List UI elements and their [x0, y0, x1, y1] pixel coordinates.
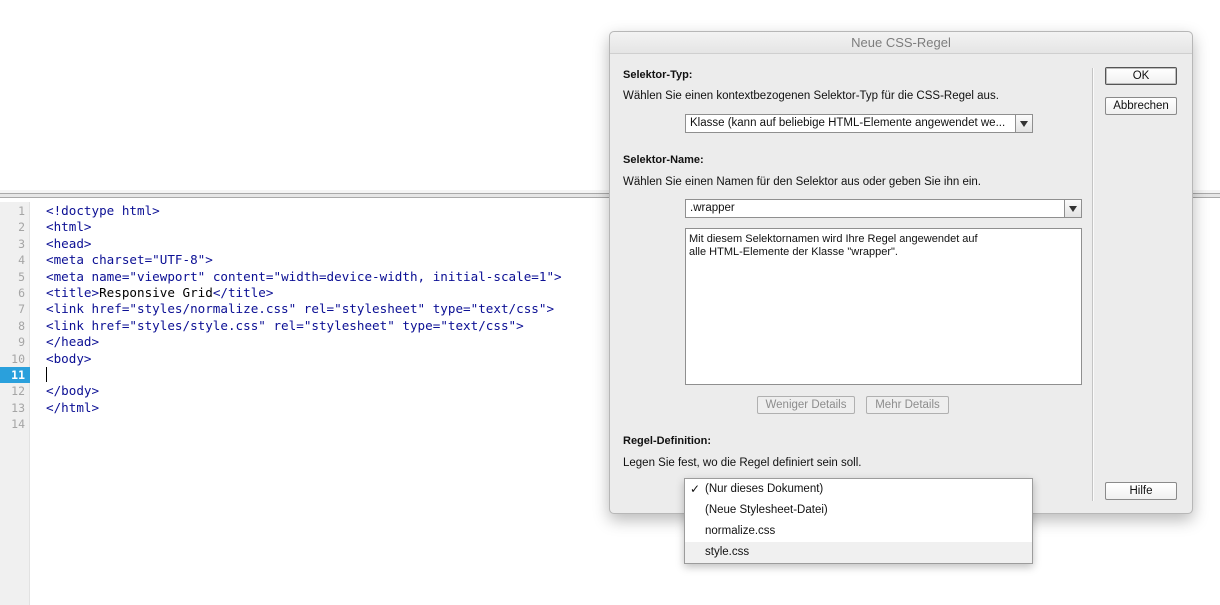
line-number: 14	[11, 417, 25, 432]
code-line[interactable]: <html>	[46, 219, 92, 235]
ok-button[interactable]: OK	[1105, 67, 1177, 85]
selector-type-heading: Selektor-Typ:	[623, 69, 693, 81]
code-line[interactable]: </html>	[46, 400, 99, 416]
rule-definition-description: Legen Sie fest, wo die Regel definiert s…	[623, 457, 862, 469]
button-column-divider	[1092, 68, 1094, 501]
code-token: <html>	[46, 219, 92, 235]
popup-item-label: (Nur dieses Dokument)	[705, 483, 824, 495]
line-number: 10	[11, 351, 25, 366]
rule-definition-popup[interactable]: ✓ (Nur dieses Dokument) (Neue Stylesheet…	[684, 478, 1033, 564]
selector-name-heading: Selektor-Name:	[623, 154, 704, 166]
line-number: 1	[18, 204, 25, 218]
line-number: 7	[18, 302, 25, 317]
line-number: 6	[18, 286, 25, 300]
popup-item-label: (Neue Stylesheet-Datei)	[705, 504, 828, 516]
code-token: <body>	[46, 350, 92, 366]
code-token: <head>	[46, 235, 92, 251]
code-token: <meta name=	[46, 268, 130, 284]
code-token: Responsive Grid	[99, 285, 213, 300]
code-line[interactable]: </head>	[46, 334, 99, 350]
code-token: <link href=	[46, 301, 130, 317]
line-number: 2	[18, 220, 25, 235]
code-token: "stylesheet"	[334, 301, 426, 317]
line-number: 11	[0, 367, 30, 384]
selector-type-dropdown[interactable]: Klasse (kann auf beliebige HTML-Elemente…	[685, 114, 1033, 133]
code-token: </body>	[46, 383, 100, 399]
line-number: 3	[18, 236, 25, 251]
code-token: type=	[425, 301, 471, 317]
popup-item-normalize-css[interactable]: normalize.css	[685, 521, 1032, 542]
code-token: >	[516, 317, 524, 333]
code-token: rel=	[265, 317, 304, 333]
popup-item-style-css[interactable]: style.css	[685, 542, 1032, 563]
code-token: >	[546, 301, 555, 317]
selector-name-value[interactable]: .wrapper	[690, 200, 735, 217]
text-caret	[46, 367, 47, 382]
rule-definition-heading: Regel-Definition:	[623, 435, 711, 447]
popup-item-this-document[interactable]: ✓ (Nur dieses Dokument)	[685, 479, 1032, 500]
selector-name-combobox[interactable]: .wrapper	[685, 199, 1082, 218]
code-token: <link href=	[46, 317, 130, 333]
code-line[interactable]: <title>Responsive Grid</title>	[46, 285, 273, 301]
code-token: </head>	[46, 334, 100, 350]
new-css-rule-dialog: Neue CSS-Regel Selektor-Typ: Wählen Sie …	[609, 31, 1193, 514]
code-line[interactable]: </body>	[46, 383, 99, 399]
code-token: "styles/style.css"	[129, 317, 266, 333]
popup-item-label: normalize.css	[705, 525, 776, 537]
code-token: "text/css"	[470, 301, 547, 317]
selector-type-description: Wählen Sie einen kontextbezogenen Selekt…	[623, 90, 999, 102]
code-token: </title>	[212, 285, 274, 300]
checkmark-icon: ✓	[690, 482, 701, 496]
code-token: "stylesheet"	[303, 317, 395, 333]
code-line[interactable]: <link href="styles/style.css" rel="style…	[46, 318, 524, 334]
code-token: "viewport"	[129, 268, 206, 284]
code-line[interactable]: <meta name="viewport" content="width=dev…	[46, 269, 562, 285]
code-token: "text/css"	[440, 317, 517, 333]
code-token: >	[205, 252, 213, 268]
code-line[interactable]: <meta charset="UTF-8">	[46, 252, 213, 268]
popup-item-new-stylesheet[interactable]: (Neue Stylesheet-Datei)	[685, 500, 1032, 521]
code-line[interactable]: <link href="styles/normalize.css" rel="s…	[46, 301, 554, 317]
chevron-down-icon[interactable]	[1015, 115, 1032, 132]
dialog-title: Neue CSS-Regel	[610, 32, 1192, 54]
help-button[interactable]: Hilfe	[1105, 482, 1177, 500]
line-number: 5	[18, 269, 25, 284]
code-token: <title>	[46, 285, 100, 300]
line-number: 12	[11, 384, 25, 399]
line-number: 13	[11, 400, 25, 415]
line-number: 9	[18, 335, 25, 350]
code-line[interactable]: <!doctype html>	[46, 203, 160, 219]
selector-info-text: Mit diesem Selektornamen wird Ihre Regel…	[685, 228, 1082, 385]
code-token: </html>	[46, 399, 100, 415]
more-details-button[interactable]: Mehr Details	[866, 396, 949, 414]
code-token: type=	[394, 317, 441, 333]
cancel-button[interactable]: Abbrechen	[1105, 97, 1177, 115]
code-token: "UTF-8"	[152, 252, 206, 268]
selector-name-description: Wählen Sie einen Namen für den Selektor …	[623, 176, 982, 188]
popup-item-label: style.css	[705, 546, 750, 558]
code-token: >	[554, 268, 562, 284]
line-number: 4	[18, 253, 25, 268]
code-token: <!doctype html>	[46, 203, 160, 218]
code-line[interactable]: <body>	[46, 351, 92, 367]
line-number-gutter: 1 2 3 4 5 6 7 8 9 10 11 12 13 14	[0, 202, 30, 605]
code-token: rel=	[296, 301, 335, 317]
line-number: 8	[18, 318, 25, 333]
code-line[interactable]: <head>	[46, 236, 92, 252]
less-details-button[interactable]: Weniger Details	[757, 396, 855, 414]
code-token: content=	[205, 268, 274, 284]
selector-type-value: Klasse (kann auf beliebige HTML-Elemente…	[690, 117, 1006, 129]
code-token: "styles/normalize.css"	[129, 301, 297, 317]
code-token: "width=device-width, initial-scale=1"	[273, 268, 555, 284]
chevron-down-icon[interactable]	[1064, 200, 1081, 217]
code-token: <meta charset=	[46, 252, 153, 268]
